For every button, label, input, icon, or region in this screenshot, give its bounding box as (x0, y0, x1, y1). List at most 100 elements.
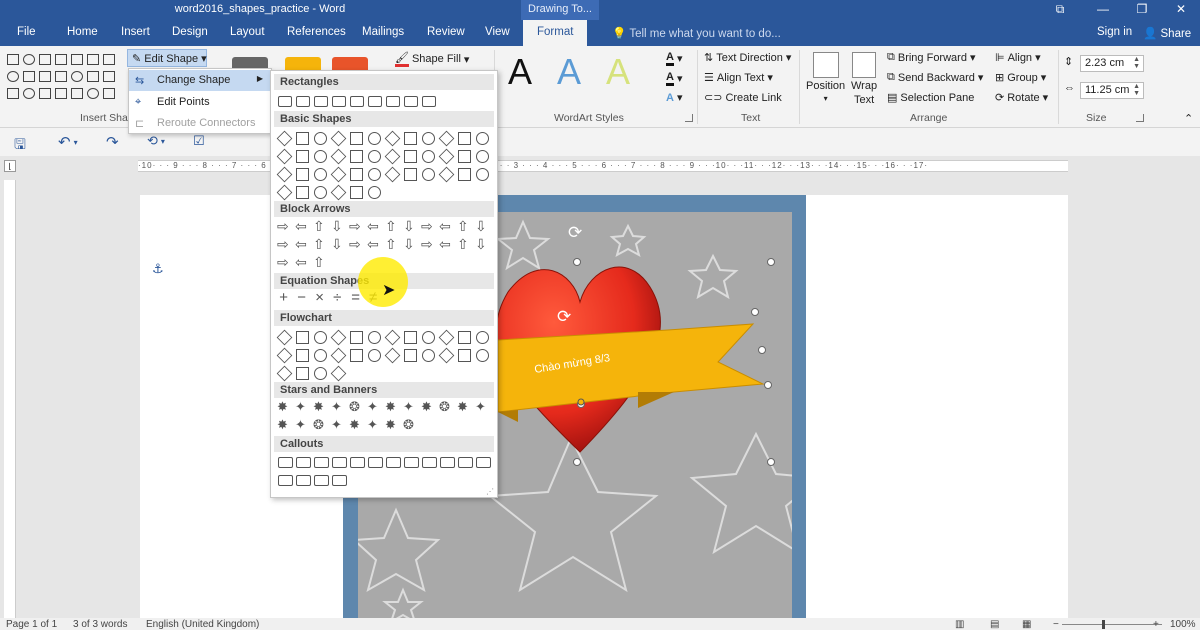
shape-option[interactable] (275, 147, 293, 165)
shape-option[interactable] (347, 454, 365, 472)
shape-option[interactable] (311, 399, 329, 418)
shape-option[interactable] (419, 236, 437, 255)
shape-option[interactable] (419, 399, 437, 418)
position-button[interactable]: Position ▾ (806, 52, 845, 103)
shape-option[interactable] (275, 236, 293, 255)
customize-icon[interactable]: ☑ (193, 133, 205, 149)
shape-option[interactable] (473, 346, 491, 364)
shape-option[interactable] (275, 328, 293, 346)
shape-option[interactable] (293, 218, 311, 237)
shape-option[interactable] (401, 147, 419, 165)
shape-option[interactable] (365, 218, 383, 237)
rotate-button[interactable]: ⟳ Rotate ▾ (995, 91, 1048, 105)
shape-option[interactable] (383, 417, 401, 436)
shape-option[interactable] (365, 346, 383, 364)
shape-option[interactable] (473, 165, 491, 183)
shape-option[interactable] (347, 147, 365, 165)
shape-option[interactable] (455, 129, 473, 147)
shape-option[interactable] (293, 472, 311, 490)
shape-option[interactable] (311, 454, 329, 472)
gallery-shape[interactable] (87, 54, 99, 65)
web-layout-icon[interactable]: ▦ (1022, 618, 1031, 630)
shape-option[interactable] (347, 183, 365, 201)
minus-shape[interactable] (293, 289, 311, 309)
gallery-shape[interactable] (55, 54, 67, 65)
insert-shapes-gallery[interactable] (5, 51, 121, 103)
shape-option[interactable] (383, 218, 401, 237)
tab-layout[interactable]: Layout (230, 26, 265, 38)
shape-option[interactable] (329, 92, 347, 110)
gallery-shape[interactable] (87, 88, 99, 99)
align-button[interactable]: ⊫ Align ▾ (995, 51, 1041, 65)
change-shape-menu-item[interactable]: ⇆ Change Shape ▶ (129, 70, 271, 91)
shape-option[interactable] (419, 328, 437, 346)
shape-option[interactable] (311, 236, 329, 255)
ribbon-display-options-button[interactable]: ⧉ (1045, 1, 1075, 19)
zoom-in-icon[interactable]: + (1153, 618, 1159, 630)
gallery-shape[interactable] (7, 71, 19, 82)
shape-option[interactable] (329, 129, 347, 147)
shape-option[interactable] (329, 183, 347, 201)
shape-option[interactable] (347, 129, 365, 147)
spinner-icon[interactable]: ▲ ▼ (1133, 56, 1140, 70)
shape-option[interactable] (365, 129, 383, 147)
gallery-shape[interactable] (71, 71, 83, 82)
shape-option[interactable] (473, 218, 491, 237)
shape-option[interactable] (329, 218, 347, 237)
share-button[interactable]: 👤 Share (1143, 26, 1191, 40)
shape-option[interactable] (311, 92, 329, 110)
shape-option[interactable] (419, 454, 437, 472)
shape-width-input[interactable]: 11.25 cm ▲ ▼ (1080, 82, 1144, 99)
shape-option[interactable] (383, 346, 401, 364)
edit-shape-button[interactable]: ✎ Edit Shape ▾ (127, 49, 207, 67)
shape-option[interactable] (455, 147, 473, 165)
shape-option[interactable] (347, 236, 365, 255)
shape-option[interactable] (311, 183, 329, 201)
shape-option[interactable] (383, 147, 401, 165)
gallery-shape[interactable] (71, 88, 83, 99)
shape-option[interactable] (311, 254, 329, 273)
multiply-shape[interactable] (311, 289, 329, 309)
shape-option[interactable] (473, 328, 491, 346)
shape-option[interactable] (455, 218, 473, 237)
shape-option[interactable] (365, 399, 383, 418)
shape-option[interactable] (347, 399, 365, 418)
shape-option[interactable] (311, 472, 329, 490)
gallery-shape[interactable] (39, 54, 51, 65)
shape-option[interactable] (365, 236, 383, 255)
zoom-out-icon[interactable]: − (1053, 618, 1059, 630)
wordart-dialog-launcher[interactable] (685, 114, 693, 122)
shape-option[interactable] (383, 399, 401, 418)
sign-in-link[interactable]: Sign in (1097, 26, 1132, 38)
undo-icon[interactable]: ↶ ▾ (58, 133, 78, 151)
shape-option[interactable] (293, 328, 311, 346)
text-fill-button[interactable]: A ▾ (666, 51, 682, 66)
shape-option[interactable] (473, 236, 491, 255)
wordart-style-black[interactable]: A (508, 54, 532, 90)
collapse-ribbon-icon[interactable]: ⌃ (1184, 112, 1193, 125)
shape-option[interactable] (383, 92, 401, 110)
vertical-ruler[interactable] (4, 180, 16, 620)
shape-option[interactable] (401, 417, 419, 436)
page-count[interactable]: Page 1 of 1 (6, 618, 57, 630)
shape-option[interactable] (437, 346, 455, 364)
shape-option[interactable] (329, 165, 347, 183)
shape-option[interactable] (275, 92, 293, 110)
wordart-style-yellow[interactable]: A (606, 54, 630, 90)
shape-option[interactable] (275, 364, 293, 382)
shape-height-input[interactable]: 2.23 cm ▲ ▼ (1080, 55, 1144, 72)
gallery-shape[interactable] (39, 88, 51, 99)
shape-option[interactable] (293, 92, 311, 110)
shape-option[interactable] (311, 417, 329, 436)
wordart-style-blue[interactable]: A (557, 54, 581, 90)
shape-option[interactable] (401, 346, 419, 364)
shape-option[interactable] (419, 346, 437, 364)
shape-option[interactable] (401, 218, 419, 237)
tab-insert[interactable]: Insert (121, 26, 150, 38)
shape-option[interactable] (365, 454, 383, 472)
shape-option[interactable] (437, 218, 455, 237)
shape-option[interactable] (275, 165, 293, 183)
shape-option[interactable] (401, 92, 419, 110)
close-button[interactable]: ✕ (1166, 1, 1196, 19)
minimize-button[interactable]: — (1088, 1, 1118, 19)
